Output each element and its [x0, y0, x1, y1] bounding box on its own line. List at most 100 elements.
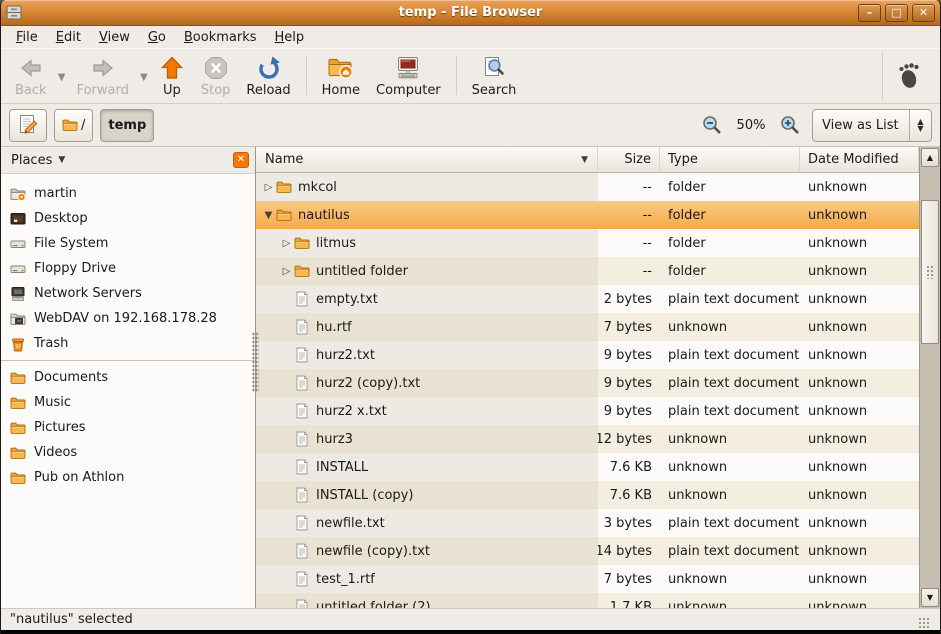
sidebar-item-desktop[interactable]: Desktop	[1, 206, 255, 231]
file-type: plain text document	[660, 509, 800, 537]
zoom-out-button[interactable]	[700, 113, 724, 137]
file-date-modified: unknown	[800, 537, 919, 565]
menu-help[interactable]: Help	[266, 28, 314, 47]
path-temp-label: temp	[108, 118, 146, 133]
menu-bookmarks[interactable]: Bookmarks	[175, 28, 266, 47]
list-rows: ▷mkcol--folderunknown▼nautilus--folderun…	[256, 173, 919, 608]
text-file-icon	[294, 571, 310, 587]
path-temp-button[interactable]: temp	[100, 109, 154, 142]
scroll-up-button[interactable]: ▲	[921, 148, 939, 167]
computer-button[interactable]: Computer	[368, 51, 449, 101]
folder-icon	[10, 370, 26, 386]
file-row-nautilus[interactable]: ▼nautilus--folderunknown	[256, 201, 919, 229]
expander-collapsed-icon[interactable]: ▷	[279, 266, 294, 277]
file-date-modified: unknown	[800, 593, 919, 608]
places-close-button[interactable]: ✕	[233, 152, 249, 168]
edit-location-button[interactable]	[9, 109, 47, 142]
minimize-button[interactable]: –	[858, 4, 881, 22]
spinner-arrows-icon: ▲▼	[909, 110, 931, 141]
sidebar-item-music[interactable]: Music	[1, 390, 255, 415]
maximize-button[interactable]: □	[885, 4, 908, 22]
folder-icon	[294, 235, 310, 251]
view-mode-selector[interactable]: View as List ▲▼	[812, 109, 932, 142]
file-type: folder	[660, 173, 800, 201]
file-size: --	[598, 257, 660, 285]
file-date-modified: unknown	[800, 257, 919, 285]
file-row-install[interactable]: INSTALL7.6 KBunknownunknown	[256, 453, 919, 481]
file-row-untitled-folder[interactable]: ▷untitled folder--folderunknown	[256, 257, 919, 285]
places-title[interactable]: Places	[11, 153, 52, 168]
file-type: plain text document	[660, 285, 800, 313]
forward-dropdown-icon[interactable]: ▼	[137, 68, 151, 83]
reload-button[interactable]: Reload	[238, 51, 298, 101]
file-row-newfile-copy-txt[interactable]: newfile (copy).txt14 bytesplain text doc…	[256, 537, 919, 565]
file-browser-window: temp - File Browser –□✕ FileEditViewGoBo…	[0, 0, 941, 634]
file-row-newfile-txt[interactable]: newfile.txt3 bytesplain text documentunk…	[256, 509, 919, 537]
menu-go[interactable]: Go	[139, 28, 175, 47]
column-header-type[interactable]: Type	[660, 147, 800, 173]
column-header-date-modified[interactable]: Date Modified	[800, 147, 919, 173]
path-root-button[interactable]: /	[54, 109, 93, 142]
sidebar-item-documents[interactable]: Documents	[1, 365, 255, 390]
menu-edit[interactable]: Edit	[47, 28, 90, 47]
pane-splitter[interactable]	[252, 332, 259, 392]
scroll-down-button[interactable]: ▼	[921, 588, 939, 607]
sidebar-item-martin[interactable]: martin	[1, 181, 255, 206]
up-button[interactable]: Up	[151, 51, 193, 101]
file-row-hurz2-x-txt[interactable]: hurz2 x.txt9 bytesplain text documentunk…	[256, 397, 919, 425]
location-bar: / temp 50% View as List ▲▼	[1, 104, 940, 147]
file-row-mkcol[interactable]: ▷mkcol--folderunknown	[256, 173, 919, 201]
back-label: Back	[15, 83, 47, 98]
zoom-in-button[interactable]	[778, 113, 802, 137]
search-label: Search	[472, 83, 517, 98]
file-size: --	[598, 201, 660, 229]
expander-collapsed-icon[interactable]: ▷	[279, 238, 294, 249]
sidebar-item-floppy-drive[interactable]: Floppy Drive	[1, 256, 255, 281]
close-button[interactable]: ✕	[912, 4, 935, 22]
resize-grip[interactable]	[918, 617, 931, 630]
file-row-untitled-folder-2-[interactable]: untitled folder (2)1.7 KBunknownunknown	[256, 593, 919, 608]
back-dropdown-icon[interactable]: ▼	[55, 68, 69, 83]
file-row-install-copy-[interactable]: INSTALL (copy)7.6 KBunknownunknown	[256, 481, 919, 509]
column-header-size[interactable]: Size	[598, 147, 660, 173]
sidebar-item-network-servers[interactable]: Network Servers	[1, 281, 255, 306]
scrollbar-thumb[interactable]	[921, 200, 939, 344]
file-date-modified: unknown	[800, 453, 919, 481]
search-button[interactable]: Search	[464, 51, 525, 101]
file-size: 9 bytes	[598, 369, 660, 397]
expander-expanded-icon[interactable]: ▼	[261, 210, 276, 221]
column-label: Date Modified	[808, 152, 899, 167]
sidebar-item-videos[interactable]: Videos	[1, 440, 255, 465]
sidebar-item-label: Music	[34, 395, 71, 410]
home-label: Home	[322, 83, 360, 98]
sidebar-separator	[1, 360, 255, 361]
text-file-icon	[294, 487, 310, 503]
sidebar-item-webdav-on-192-168-178-28[interactable]: WebDAV on 192.168.178.28	[1, 306, 255, 331]
vertical-scrollbar[interactable]: ▲ ▼	[919, 147, 940, 608]
file-row-empty-txt[interactable]: empty.txt2 bytesplain text documentunkno…	[256, 285, 919, 313]
file-row-litmus[interactable]: ▷litmus--folderunknown	[256, 229, 919, 257]
titlebar[interactable]: temp - File Browser –□✕	[1, 0, 940, 26]
expander-collapsed-icon[interactable]: ▷	[261, 182, 276, 193]
file-size: 7.6 KB	[598, 453, 660, 481]
file-row-hu-rtf[interactable]: hu.rtf7 bytesunknownunknown	[256, 313, 919, 341]
file-row-hurz2-txt[interactable]: hurz2.txt9 bytesplain text documentunkno…	[256, 341, 919, 369]
sidebar-item-file-system[interactable]: File System	[1, 231, 255, 256]
menu-view[interactable]: View	[90, 28, 139, 47]
file-type: plain text document	[660, 369, 800, 397]
file-row-hurz2-copy-txt[interactable]: hurz2 (copy).txt9 bytesplain text docume…	[256, 369, 919, 397]
sidebar-item-trash[interactable]: Trash	[1, 331, 255, 356]
file-type: plain text document	[660, 397, 800, 425]
toolbar: Back▼Forward▼UpStopReloadHomeComputerSea…	[1, 48, 940, 104]
window-controls: –□✕	[858, 4, 935, 22]
file-row-hurz3[interactable]: hurz312 bytesunknownunknown	[256, 425, 919, 453]
file-row-test-1-rtf[interactable]: test_1.rtf7 bytesunknownunknown	[256, 565, 919, 593]
column-header-name[interactable]: Name▼	[256, 147, 598, 173]
menu-file[interactable]: File	[7, 28, 47, 47]
sidebar-item-pictures[interactable]: Pictures	[1, 415, 255, 440]
list-column-headers: Name▼SizeType Date Modified	[256, 147, 919, 173]
home-button[interactable]: Home	[314, 51, 368, 101]
forward-button: Forward	[69, 51, 137, 101]
file-name: hurz3	[316, 432, 353, 447]
sidebar-item-pub-on-athlon[interactable]: Pub on Athlon	[1, 465, 255, 490]
